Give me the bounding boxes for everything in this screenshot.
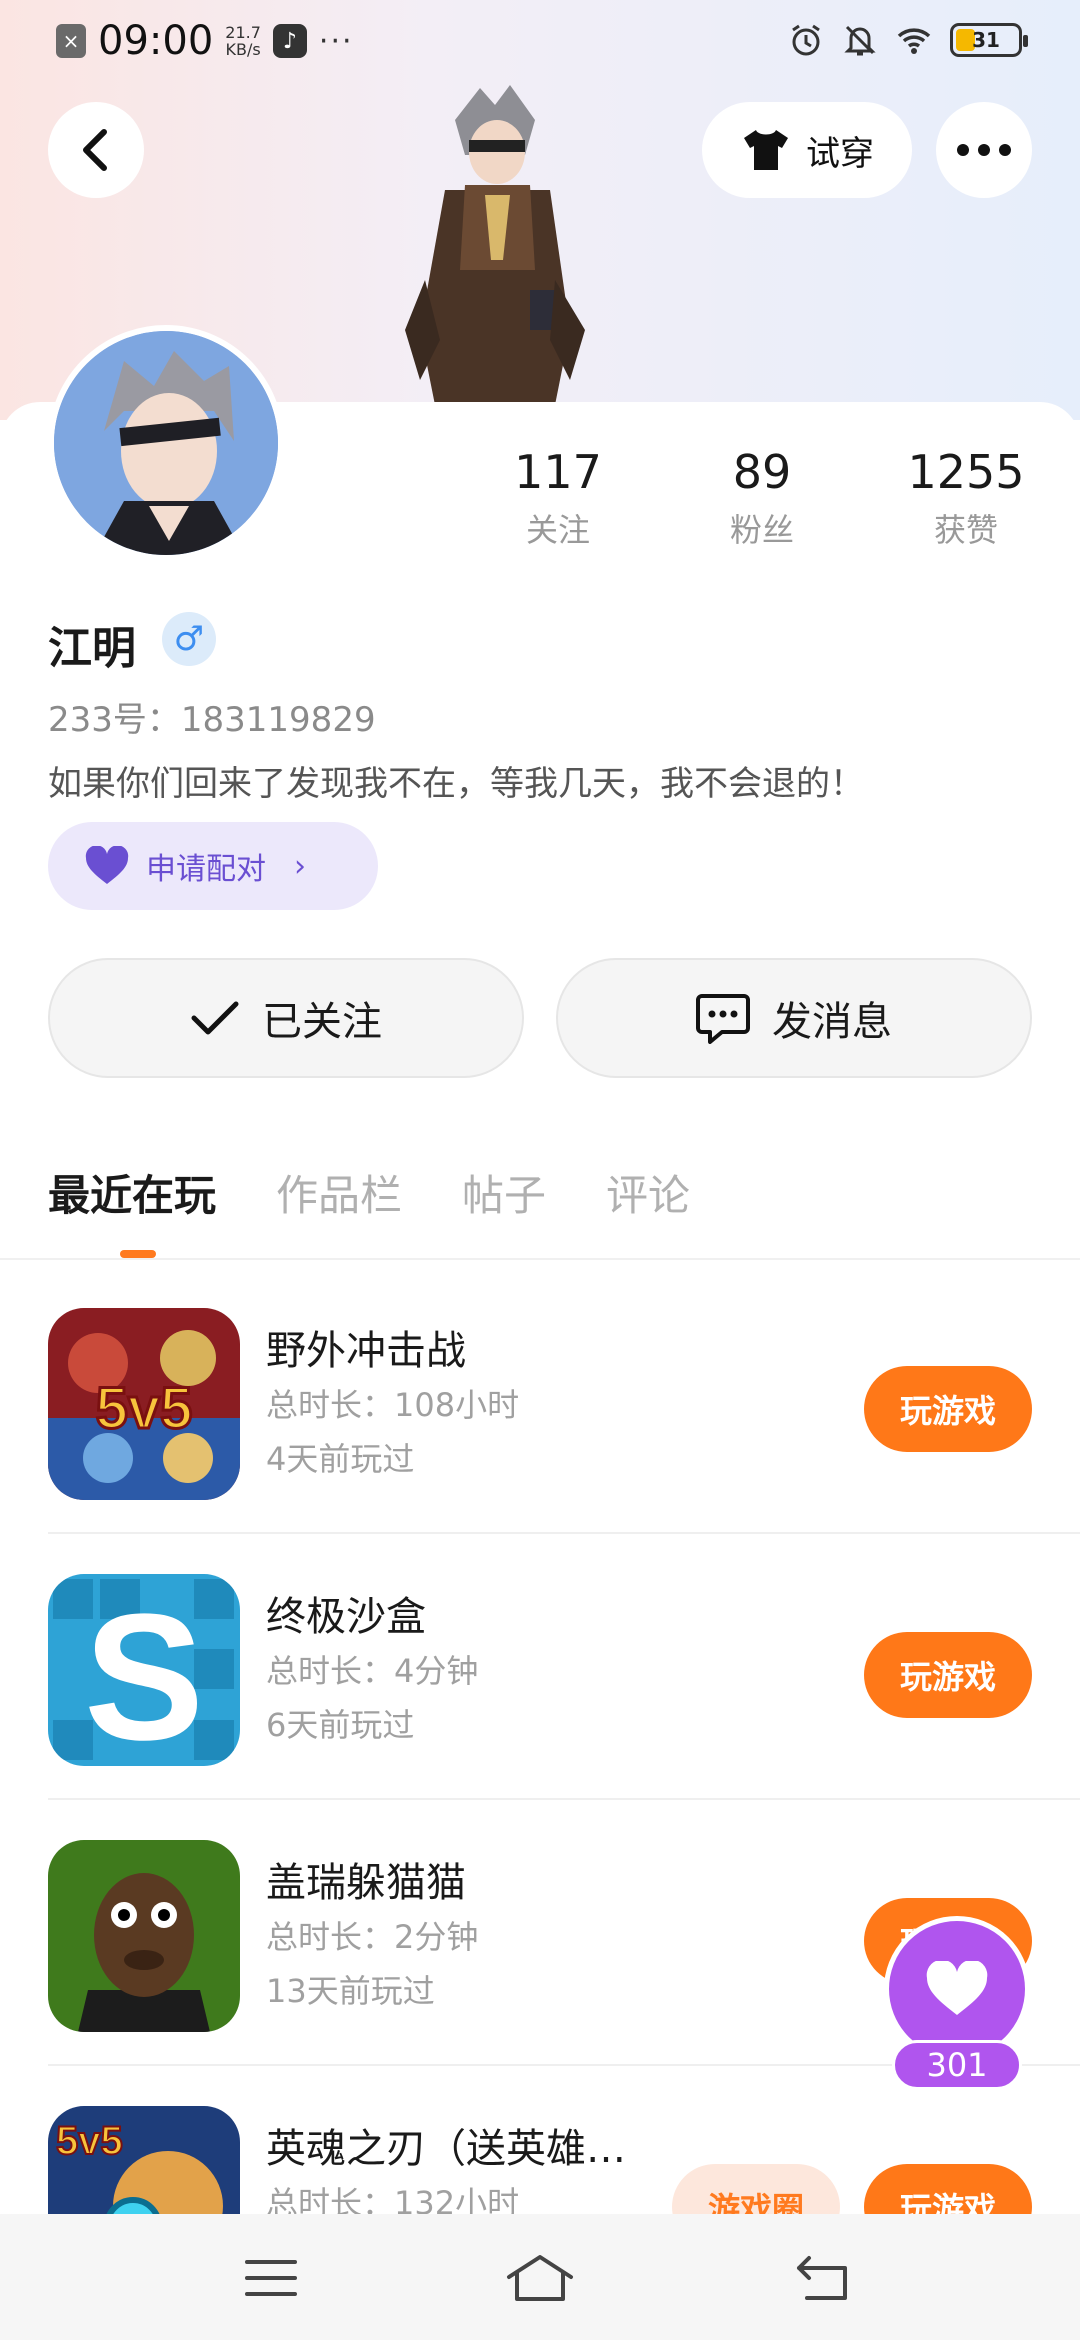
mute-icon xyxy=(844,25,876,56)
active-tab-indicator xyxy=(120,1250,156,1258)
try-on-button[interactable]: 试穿 xyxy=(702,102,912,198)
game-duration: 总时长：2分钟 xyxy=(266,1918,479,1956)
more-notifications-icon: ··· xyxy=(318,23,354,59)
following-button[interactable]: 已关注 xyxy=(48,958,524,1078)
game-duration: 总时长：108小时 xyxy=(266,1386,520,1424)
home-icon xyxy=(507,2255,573,2301)
more-options-button[interactable] xyxy=(936,102,1032,198)
request-pairing-label: 申请配对 xyxy=(146,852,266,887)
wifi-icon xyxy=(897,28,931,54)
back-button[interactable] xyxy=(48,102,144,198)
back-nav-button[interactable] xyxy=(784,2238,864,2318)
user-id: 233号：183119829 xyxy=(48,700,376,740)
play-game-button[interactable]: 玩游戏 xyxy=(864,1366,1032,1452)
game-title: 终极沙盒 xyxy=(266,1594,426,1640)
game-row[interactable]: 5v5 野外冲击战 总时长：108小时 4天前玩过 玩游戏 xyxy=(48,1268,1080,1534)
status-time: 09:00 xyxy=(98,18,214,64)
tab-posts[interactable]: 帖子 xyxy=(462,1162,546,1223)
menu-button[interactable] xyxy=(231,2238,311,2318)
avatar[interactable] xyxy=(48,325,284,561)
game-icon-ultimate-sandbox: S xyxy=(48,1574,240,1766)
battery-indicator: 31 xyxy=(950,23,1028,57)
network-speed: 21.7 KB/s xyxy=(225,23,261,59)
tiktok-icon: ♪ xyxy=(272,24,307,58)
tshirt-icon xyxy=(744,130,788,170)
tab-comments[interactable]: 评论 xyxy=(606,1162,690,1223)
send-message-button[interactable]: 发消息 xyxy=(556,958,1032,1078)
tab-recently-played[interactable]: 最近在玩 xyxy=(48,1162,216,1223)
game-last-played: 4天前玩过 xyxy=(266,1440,415,1478)
game-row[interactable]: S 终极沙盒 总时长：4分钟 6天前玩过 玩游戏 xyxy=(48,1534,1080,1800)
chat-bubble-icon xyxy=(696,994,750,1044)
game-icon-wild-assault: 5v5 xyxy=(48,1308,240,1500)
home-button[interactable] xyxy=(500,2238,580,2318)
game-title: 野外冲击战 xyxy=(266,1328,466,1374)
stat-likes[interactable]: 1255 获赞 xyxy=(876,445,1056,551)
stat-followers[interactable]: 89 粉丝 xyxy=(672,445,852,551)
send-message-label: 发消息 xyxy=(772,999,892,1045)
game-title: 盖瑞躲猫猫 xyxy=(266,1860,466,1906)
tab-works[interactable]: 作品栏 xyxy=(276,1162,402,1223)
chevron-right-icon: › xyxy=(294,848,306,884)
avatar-image xyxy=(54,331,278,555)
character-banner-image xyxy=(405,85,585,405)
game-icon-garry-hide-and-seek xyxy=(48,1840,240,2032)
male-gender-icon: ♂ xyxy=(162,612,216,666)
game-last-played: 6天前玩过 xyxy=(266,1706,415,1744)
tabs-divider xyxy=(0,1258,1080,1260)
profile-tabs: 最近在玩 作品栏 帖子 评论 xyxy=(48,1162,690,1223)
back-arrow-icon xyxy=(797,2256,847,2300)
request-pairing-button[interactable]: 申请配对 › xyxy=(48,822,378,910)
alarm-icon xyxy=(792,24,820,56)
try-on-label: 试穿 xyxy=(806,133,874,174)
system-navigation-bar xyxy=(0,2214,1080,2340)
heart-icon xyxy=(926,1961,988,2015)
following-label: 已关注 xyxy=(262,999,382,1045)
svg-text:5v5: 5v5 xyxy=(96,1376,193,1441)
stat-following[interactable]: 117 关注 xyxy=(468,445,648,551)
user-bio: 如果你们回来了发现我不在，等我几天，我不会退的！ xyxy=(48,764,864,804)
heart-icon xyxy=(85,846,129,884)
notification-close-icon: × xyxy=(56,24,86,58)
chevron-left-icon xyxy=(83,129,107,171)
play-game-button[interactable]: 玩游戏 xyxy=(864,1632,1032,1718)
like-count: 301 xyxy=(892,2040,1022,2090)
status-bar: × 09:00 21.7 KB/s ♪ ··· 31 xyxy=(0,0,1080,84)
menu-icon xyxy=(245,2260,297,2296)
user-name: 江明 xyxy=(48,623,136,674)
game-title: 英魂之刃（送英雄… xyxy=(266,2126,626,2172)
svg-text:S: S xyxy=(84,1577,204,1766)
svg-text:5v5: 5v5 xyxy=(56,2119,123,2163)
checkmark-icon xyxy=(191,1001,239,1035)
game-duration: 总时长：4分钟 xyxy=(266,1652,479,1690)
game-last-played: 13天前玩过 xyxy=(266,1972,435,2010)
more-dots-icon xyxy=(957,144,1011,156)
